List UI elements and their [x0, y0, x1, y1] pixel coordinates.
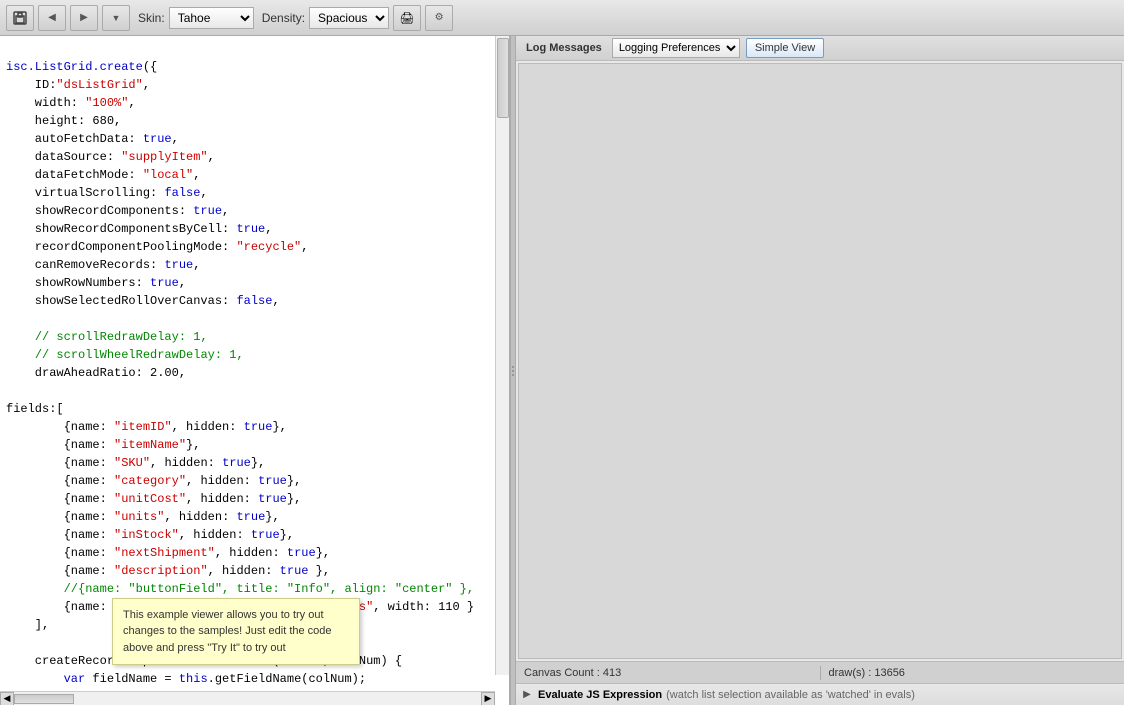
skin-label: Skin:	[138, 11, 165, 25]
status-divider	[820, 666, 821, 680]
canvas-area	[518, 63, 1122, 659]
right-panel: Log Messages Logging Preferences Simple …	[516, 36, 1124, 705]
tooltip: This example viewer allows you to try ou…	[112, 598, 360, 666]
scrollbar-track	[14, 692, 481, 705]
print-icon: 🖨	[399, 11, 414, 25]
log-messages-title: Log Messages	[522, 40, 606, 56]
density-select[interactable]: Spacious Medium Compact	[309, 7, 389, 29]
splitter-handle	[512, 366, 514, 376]
status-bar: Canvas Count : 413 draw(s) : 13656	[516, 661, 1124, 683]
dropdown-icon: ▼	[112, 13, 121, 23]
splitter-dot	[512, 366, 514, 368]
forward-icon: ▶	[80, 12, 88, 23]
main-area: isc.ListGrid.create({ ID:"dsListGrid", w…	[0, 36, 1124, 705]
back-button[interactable]: ◀	[38, 5, 66, 31]
scrollbar-thumb[interactable]	[497, 38, 509, 118]
extra-icon: ⚙	[435, 12, 444, 23]
toolbar: ◀ ▶ ▼ Skin: Tahoe Enterprise Graphite Si…	[0, 0, 1124, 36]
vertical-scrollbar[interactable]	[495, 36, 509, 675]
js-expression-bar: ▶ Evaluate JS Expression (watch list sel…	[516, 683, 1124, 705]
extra-button[interactable]: ⚙	[425, 5, 453, 31]
home-button[interactable]	[6, 5, 34, 31]
density-label: Density:	[262, 11, 305, 25]
print-button[interactable]: 🖨	[393, 5, 421, 31]
splitter-dot	[512, 374, 514, 376]
h-scrollbar-thumb[interactable]	[14, 694, 74, 704]
draw-count: draw(s) : 13656	[829, 667, 1117, 679]
back-icon: ◀	[48, 12, 56, 23]
code-panel: isc.ListGrid.create({ ID:"dsListGrid", w…	[0, 36, 510, 705]
logging-preferences-select[interactable]: Logging Preferences	[612, 38, 740, 58]
tooltip-text: This example viewer allows you to try ou…	[123, 609, 332, 654]
js-expression-hint: (watch list selection available as 'watc…	[666, 689, 915, 701]
scroll-left-btn[interactable]: ◀	[0, 692, 14, 705]
simple-view-button[interactable]: Simple View	[746, 38, 824, 58]
splitter-dot	[512, 370, 514, 372]
skin-select[interactable]: Tahoe Enterprise Graphite Simplicity	[169, 7, 254, 29]
js-expand-button[interactable]: ▶	[520, 688, 534, 702]
js-expression-label: Evaluate JS Expression	[538, 689, 662, 701]
scroll-right-btn[interactable]: ▶	[481, 692, 495, 705]
forward-button[interactable]: ▶	[70, 5, 98, 31]
log-header: Log Messages Logging Preferences Simple …	[516, 36, 1124, 61]
canvas-count: Canvas Count : 413	[524, 667, 812, 679]
dropdown-button[interactable]: ▼	[102, 5, 130, 31]
horizontal-scrollbar[interactable]: ◀ ▶	[0, 691, 495, 705]
